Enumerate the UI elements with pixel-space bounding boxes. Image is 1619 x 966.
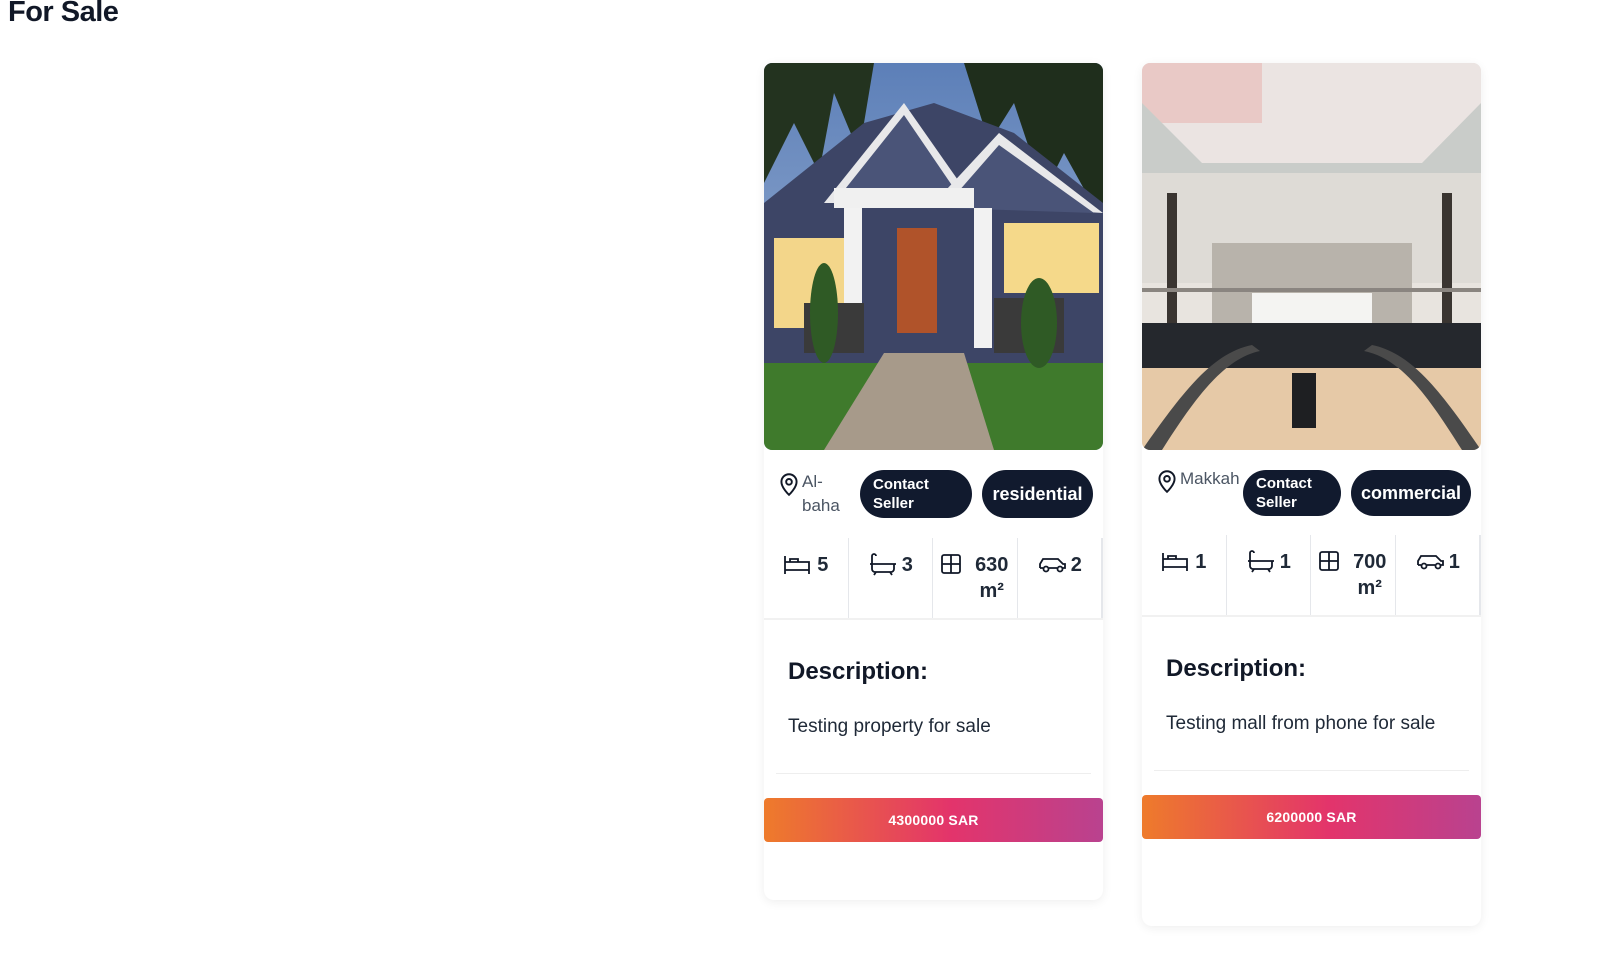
page-title: For Sale bbox=[8, 0, 119, 28]
listing-image[interactable] bbox=[1142, 63, 1481, 450]
divider bbox=[776, 773, 1091, 774]
baths-feature: 3 bbox=[849, 538, 933, 618]
description-text: Testing property for sale bbox=[788, 716, 991, 737]
description-title: Description: bbox=[1166, 655, 1307, 682]
features-row: 1 1 700 m² 1 bbox=[1142, 535, 1481, 617]
price-label: 4300000 SAR bbox=[888, 812, 979, 828]
listing-card[interactable]: Al-baha Contact Seller residential 5 3 6… bbox=[764, 63, 1103, 900]
beds-value: 5 bbox=[817, 554, 829, 576]
price-bar[interactable]: 6200000 SAR bbox=[1142, 795, 1481, 839]
area-grid-icon bbox=[940, 554, 961, 574]
car-icon bbox=[1416, 555, 1444, 570]
beds-value: 1 bbox=[1195, 551, 1207, 573]
location-text: Makkah bbox=[1180, 469, 1240, 488]
category-label: residential bbox=[992, 483, 1083, 504]
area-grid-icon bbox=[1318, 551, 1339, 571]
bed-icon bbox=[784, 556, 811, 574]
location: Makkah bbox=[1154, 467, 1240, 495]
contact-seller-button[interactable]: Contact Seller bbox=[1243, 470, 1341, 516]
location-pin-icon bbox=[1158, 470, 1176, 494]
bathtub-icon bbox=[1247, 550, 1274, 573]
bathtub-icon bbox=[869, 553, 896, 576]
parking-value: 1 bbox=[1448, 551, 1460, 573]
description-text: Testing mall from phone for sale bbox=[1166, 713, 1436, 734]
baths-feature: 1 bbox=[1227, 535, 1311, 615]
area-value: 630 m² bbox=[975, 554, 1009, 602]
description-title: Description: bbox=[788, 658, 929, 685]
contact-seller-button[interactable]: Contact Seller bbox=[860, 470, 972, 518]
area-feature: 700 m² bbox=[1311, 535, 1396, 615]
baths-value: 1 bbox=[1279, 551, 1291, 573]
location-text: Al-baha bbox=[802, 472, 840, 515]
category-label: commercial bbox=[1360, 482, 1462, 503]
area-feature: 630 m² bbox=[933, 538, 1018, 618]
beds-feature: 1 bbox=[1142, 535, 1227, 615]
contact-seller-label: Contact Seller bbox=[1256, 475, 1312, 511]
listing-image[interactable] bbox=[764, 63, 1103, 450]
car-icon bbox=[1038, 558, 1066, 573]
bed-icon bbox=[1162, 553, 1189, 571]
parking-feature: 2 bbox=[1018, 538, 1103, 618]
divider bbox=[1154, 770, 1469, 771]
area-value: 700 m² bbox=[1353, 551, 1387, 599]
beds-feature: 5 bbox=[764, 538, 849, 618]
parking-value: 2 bbox=[1070, 554, 1082, 576]
parking-feature: 1 bbox=[1396, 535, 1481, 615]
features-row: 5 3 630 m² 2 bbox=[764, 538, 1103, 620]
category-badge[interactable]: residential bbox=[982, 470, 1093, 518]
baths-value: 3 bbox=[901, 554, 913, 576]
location-pin-icon bbox=[780, 473, 798, 497]
category-badge[interactable]: commercial bbox=[1351, 470, 1471, 516]
contact-seller-label: Contact Seller bbox=[873, 476, 929, 512]
location: Al-baha bbox=[776, 470, 848, 518]
listing-card[interactable]: Makkah Contact Seller commercial 1 1 700… bbox=[1142, 63, 1481, 926]
price-label: 6200000 SAR bbox=[1266, 809, 1357, 825]
price-bar[interactable]: 4300000 SAR bbox=[764, 798, 1103, 842]
